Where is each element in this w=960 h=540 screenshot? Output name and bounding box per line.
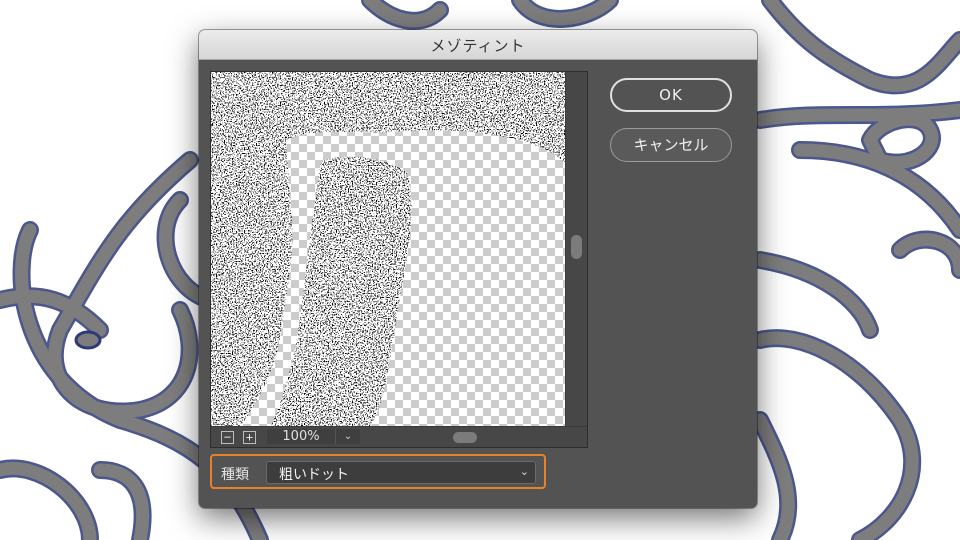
dialog-title: メゾティント <box>430 37 526 55</box>
zoom-out-button[interactable]: − <box>221 431 234 444</box>
preview-image[interactable] <box>211 72 565 426</box>
type-field-highlight: 種類 粗いドット ⌄ <box>210 454 546 489</box>
dialog-titlebar[interactable]: メゾティント <box>199 30 757 60</box>
filter-preview[interactable]: − + 100% ⌄ <box>210 71 588 448</box>
preview-bottom-bar: − + 100% ⌄ <box>211 426 587 447</box>
zoom-level[interactable]: 100% <box>267 429 335 444</box>
zoom-dropdown-button[interactable]: ⌄ <box>335 429 360 444</box>
horizontal-scroll-thumb[interactable] <box>453 432 477 443</box>
type-select[interactable]: 粗いドット ⌄ <box>266 461 536 484</box>
ok-button[interactable]: OK <box>610 78 732 112</box>
cancel-button[interactable]: キャンセル <box>610 128 732 162</box>
mezzotint-dialog: メゾティント − + 100% ⌄ OK キャンセル 種類 粗いドット ⌄ <box>199 30 757 508</box>
type-label: 種類 <box>221 467 249 483</box>
minus-icon: − <box>223 430 232 444</box>
zoom-in-button[interactable]: + <box>243 431 256 444</box>
chevron-down-icon: ⌄ <box>519 465 529 478</box>
preview-vertical-scrollbar[interactable] <box>565 72 587 426</box>
type-selected-value: 粗いドット <box>279 467 349 483</box>
vertical-scroll-thumb[interactable] <box>571 235 582 259</box>
chevron-down-icon: ⌄ <box>343 431 353 442</box>
plus-icon: + <box>245 430 254 444</box>
